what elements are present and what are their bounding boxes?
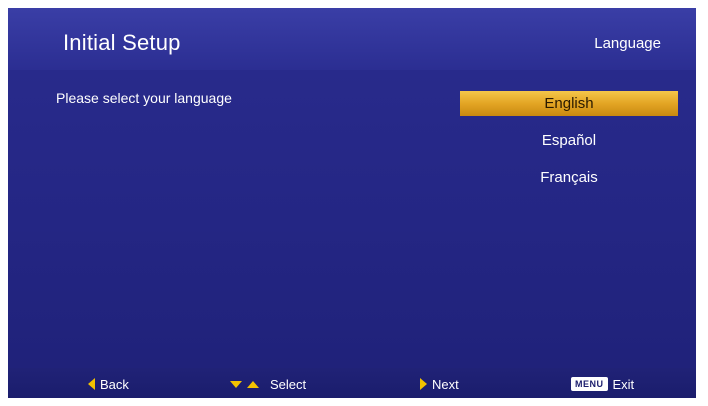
language-option-francais[interactable]: Français xyxy=(460,165,678,190)
exit-label: Exit xyxy=(612,376,635,392)
next-hint[interactable]: Next xyxy=(420,376,459,392)
back-hint[interactable]: Back xyxy=(88,376,129,392)
section-label: Language xyxy=(594,35,661,52)
exit-hint[interactable]: MENU Exit xyxy=(571,376,634,392)
arrow-left-icon xyxy=(88,378,95,390)
language-list: English Español Français xyxy=(460,91,678,202)
language-option-english[interactable]: English xyxy=(460,91,678,116)
select-label: Select xyxy=(270,376,307,392)
tv-screen: Initial Setup Language Please select you… xyxy=(8,8,696,398)
page-title: Initial Setup xyxy=(63,30,181,55)
footer-bar: Back Select Next MENU Exit xyxy=(8,368,696,398)
back-label: Back xyxy=(100,376,129,392)
menu-key-icon: MENU xyxy=(571,377,608,391)
arrow-up-icon xyxy=(247,380,259,388)
arrow-down-icon xyxy=(230,380,242,388)
select-hint[interactable]: Select xyxy=(230,376,306,392)
next-label: Next xyxy=(432,376,459,392)
language-prompt: Please select your language xyxy=(56,90,232,106)
language-option-espanol[interactable]: Español xyxy=(460,128,678,153)
arrow-right-icon xyxy=(420,378,427,390)
